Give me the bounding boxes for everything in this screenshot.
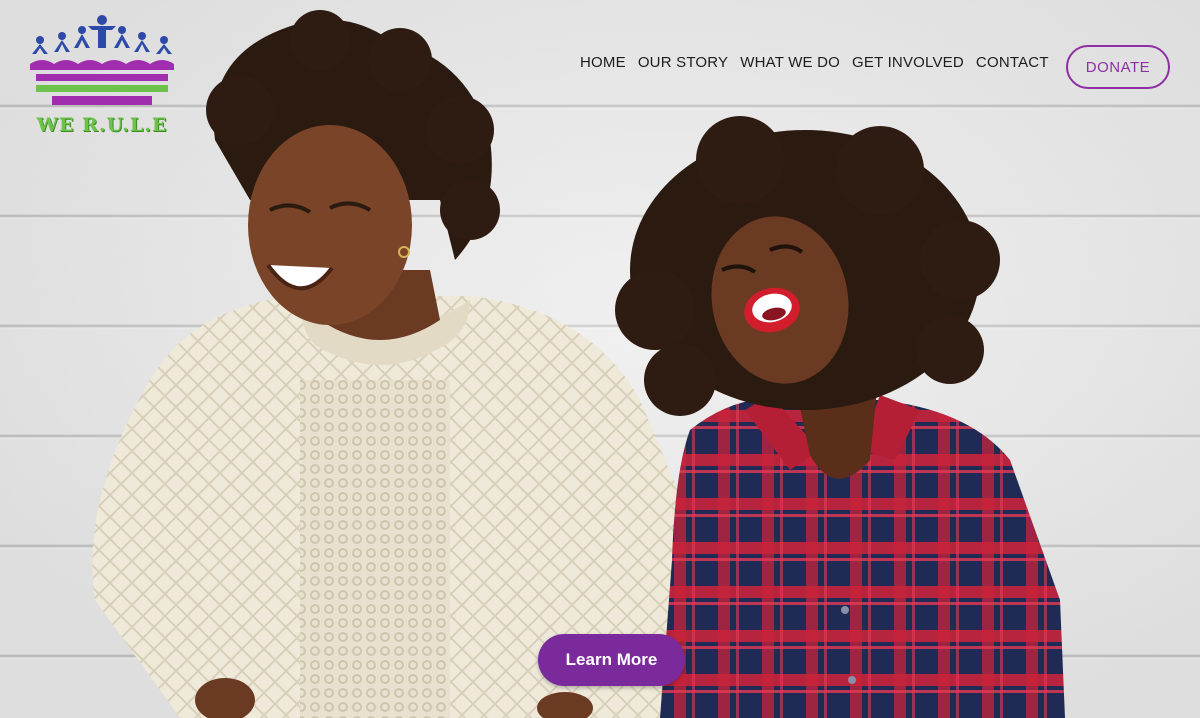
learn-more-button[interactable]: Learn More [538,634,685,686]
hero-photo [92,10,1065,718]
nav-item-our-story[interactable]: OUR STORY [638,54,728,71]
hero-section: WE R.U.L.E HOME OUR STORY WHAT WE DO GET… [0,0,1200,718]
logo-text: WE R.U.L.E [36,114,168,136]
nav-item-home[interactable]: HOME [580,54,626,71]
main-nav: HOME OUR STORY WHAT WE DO GET INVOLVED C… [580,54,1049,71]
nav-item-contact[interactable]: CONTACT [976,54,1049,71]
site-logo[interactable]: WE R.U.L.E [26,14,178,140]
woman-left [92,10,690,718]
crown-people-icon [30,15,174,105]
nav-item-get-involved[interactable]: GET INVOLVED [852,54,964,71]
woman-right [615,116,1065,718]
donate-button[interactable]: DONATE [1066,45,1170,89]
nav-item-what-we-do[interactable]: WHAT WE DO [740,54,840,71]
